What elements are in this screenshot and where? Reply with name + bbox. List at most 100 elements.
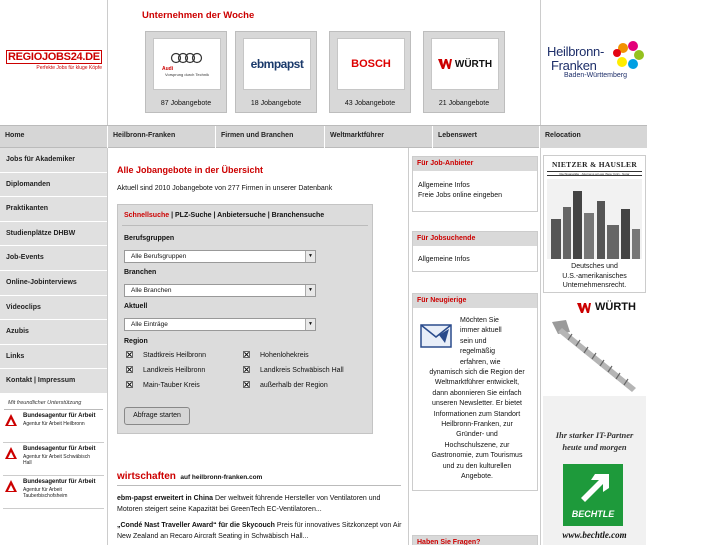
audi-rings-icon xyxy=(170,52,203,63)
sidebar-item-diplomanden[interactable]: Diplomanden xyxy=(0,172,107,198)
text-line: Heilbronn-Franken, zur xyxy=(441,421,513,429)
ad-wuerth[interactable]: WÜRTH xyxy=(543,296,646,394)
nav-home[interactable]: Home xyxy=(0,126,108,148)
text-line: und zu den kulturellen xyxy=(442,462,512,470)
company-card-ebmpapst[interactable]: ebmpapst 18 Jobangebote xyxy=(235,31,317,113)
checkbox-checked-icon xyxy=(243,381,250,388)
text-line: dynamisch sich die Region der xyxy=(429,369,525,376)
bechtle-line1: Ihr starker IT-Partner xyxy=(555,430,634,440)
link-allgemeine-infos[interactable]: Allgemeine Infos xyxy=(418,181,532,191)
nav-weltmarktfuehrer[interactable]: Weltmarktführer xyxy=(325,126,433,148)
wirtschaften-sub: auf heilbronn-franken.com xyxy=(180,474,263,481)
tab-anbietersuche[interactable]: Anbietersuche xyxy=(217,212,266,219)
chevron-down-icon: ▼ xyxy=(305,319,315,330)
tab-plz-suche[interactable]: PLZ-Suche xyxy=(175,212,212,219)
company-card-wuerth[interactable]: WÜRTH 21 Jobangebote xyxy=(423,31,505,113)
region-checkbox-ausserhalb[interactable]: außerhalb der Region xyxy=(243,381,328,389)
agency-title: Bundesagentur für Arbeit xyxy=(23,445,96,452)
region-logo-area[interactable]: Heilbronn- Franken Baden-Württemberg xyxy=(540,0,647,125)
region-logo-line3: Baden-Württemberg xyxy=(564,72,628,79)
news-headline[interactable]: „Condé Nast Traveller Award“ für die Sky… xyxy=(117,522,275,529)
sidebar-item-azubis[interactable]: Azubis xyxy=(0,320,107,345)
bechtle-brand: BECHTLE xyxy=(571,509,615,519)
region-checkbox-hohenlohekreis[interactable]: Hohenlohekreis xyxy=(243,351,309,359)
sidebar-item-praktikanten[interactable]: Praktikanten xyxy=(0,197,107,222)
company-job-count: 18 Jobangebote xyxy=(250,100,302,107)
company-card-audi[interactable]: Audi Vorsprung durch Technik 87 Jobangeb… xyxy=(145,31,227,113)
newsletter-envelope-icon[interactable] xyxy=(419,319,453,353)
skyline-image-icon xyxy=(547,179,642,259)
aktuell-value: Alle Einträge xyxy=(131,321,168,328)
nav-firmen-branchen[interactable]: Firmen und Branchen xyxy=(216,126,325,148)
region-checkbox-landkreis-schwaebisch-hall[interactable]: Landkreis Schwäbisch Hall xyxy=(243,366,344,374)
box-title[interactable]: Haben Sie Fragen? xyxy=(413,536,537,545)
sidebar-item-videoclips[interactable]: Videoclips xyxy=(0,295,107,321)
newsletter-text-right: Möchten Sie immer aktuell sein und regel… xyxy=(460,316,502,368)
site-logo[interactable]: REGIOJOBS24.DE xyxy=(6,50,102,64)
text-line: Deutsches und xyxy=(571,263,618,270)
sidebar-item-kontakt[interactable]: Kontakt | Impressum xyxy=(0,369,107,394)
agency-title: Bundesagentur für Arbeit xyxy=(23,478,96,485)
sidebar-item-job-events[interactable]: Job-Events xyxy=(0,246,107,271)
agency-sub: Agentur für Arbeit Heilbronn xyxy=(23,420,85,427)
job-count-text: Aktuell sind 2010 Jobangebote von 277 Fi… xyxy=(117,185,333,192)
tab-branchensuche[interactable]: Branchensuche xyxy=(272,212,325,219)
region-checkbox-stadtkreis-heilbronn[interactable]: Stadtkreis Heilbronn xyxy=(126,351,206,359)
ad-nietzer-hausler[interactable]: NIETZER & HAUSLER Rechtsanwälte · Attorn… xyxy=(543,155,646,293)
company-card-bosch[interactable]: BOSCH 43 Jobangebote xyxy=(329,31,411,113)
nietzer-tagline: Rechtsanwälte · Attorneys at Law (New Yo… xyxy=(547,171,642,176)
bosch-logo: BOSCH xyxy=(337,38,405,90)
region-checkbox-landkreis-heilbronn[interactable]: Landkreis Heilbronn xyxy=(126,366,205,374)
sidebar-item-dhbw[interactable]: Studienplätze DHBW xyxy=(0,221,107,247)
audi-logo-sub: Vorsprung durch Technik xyxy=(165,71,209,77)
divider xyxy=(117,485,401,486)
wirtschaften-heading[interactable]: wirtschaften auf heilbronn-franken.com xyxy=(117,466,262,484)
wuerth-logo: WÜRTH xyxy=(431,38,499,90)
region-label: Region xyxy=(124,338,148,345)
company-job-count: 43 Jobangebote xyxy=(344,100,396,107)
sidebar-item-jobinterviews[interactable]: Online-Jobinterviews xyxy=(0,270,107,296)
region-checkbox-main-tauber[interactable]: Main-Tauber Kreis xyxy=(126,381,200,389)
search-submit-button[interactable]: Abfrage starten xyxy=(124,407,190,425)
region-option-label: Stadtkreis Heilbronn xyxy=(143,352,207,359)
agency-schwaebisch-hall[interactable]: Bundesagentur für Arbeit Agentur für Arb… xyxy=(3,443,104,476)
text-line: immer aktuell xyxy=(460,327,502,335)
link-jobs-eingeben[interactable]: Freie Jobs online eingeben xyxy=(418,191,532,201)
news-item: ebm-papst erweitert in China Der weltwei… xyxy=(117,493,402,515)
nietzer-name: NIETZER & HAUSLER xyxy=(551,160,638,169)
text-line: erfahren, wie xyxy=(460,358,501,366)
sidebar-item-akademiker[interactable]: Jobs für Akademiker xyxy=(0,148,107,173)
tab-schnellsuche[interactable]: Schnellsuche xyxy=(124,212,169,219)
ebmpapst-logo-text: ebmpapst xyxy=(250,57,304,71)
nav-heilbronn-franken[interactable]: Heilbronn-Franken xyxy=(108,126,216,148)
companies-of-week: Unternehmen der Woche Audi Vorsprung dur… xyxy=(108,0,540,125)
agency-sub: Agentur für Arbeit Tauberbischofsheim xyxy=(23,486,68,499)
berufsgruppen-select[interactable]: Alle Berufsgruppen ▼ xyxy=(124,250,316,263)
bechtle-arrow-icon xyxy=(581,474,609,502)
agency-heilbronn[interactable]: Bundesagentur für Arbeit Agentur für Arb… xyxy=(3,410,104,443)
box-job-anbieter: Für Job-Anbieter Allgemeine Infos Freie … xyxy=(412,156,538,212)
nav-lebenswert[interactable]: Lebenswert xyxy=(433,126,540,148)
text-line: Angebote. xyxy=(461,473,493,481)
sidebar-item-links[interactable]: Links xyxy=(0,344,107,370)
aktuell-select[interactable]: Alle Einträge ▼ xyxy=(124,318,316,331)
region-logo-icon xyxy=(613,41,644,69)
nav-relocation[interactable]: Relocation xyxy=(540,126,647,148)
agency-tauberbischofsheim[interactable]: Bundesagentur für Arbeit Agentur für Arb… xyxy=(3,476,104,509)
text-line: unseren Newsletter. Er bietet xyxy=(432,400,522,408)
region-option-label: Landkreis Heilbronn xyxy=(143,367,206,374)
text-line: regelmäßig xyxy=(460,348,496,356)
region-option-label: Landkreis Schwäbisch Hall xyxy=(260,367,344,374)
box-title: Für Neugierige xyxy=(413,294,537,308)
main-nav: Home Heilbronn-Franken Firmen und Branch… xyxy=(0,125,647,148)
ads-column: NIETZER & HAUSLER Rechtsanwälte · Attorn… xyxy=(540,148,647,545)
divider xyxy=(122,225,368,226)
branchen-select[interactable]: Alle Branchen ▼ xyxy=(124,284,316,297)
text-line: Unternehmensrecht. xyxy=(562,282,627,289)
link-allgemeine-infos[interactable]: Allgemeine Infos xyxy=(418,255,532,265)
news-headline[interactable]: ebm-papst erweitert in China xyxy=(117,495,213,502)
agency-logo-icon xyxy=(5,479,17,492)
berufsgruppen-label: Berufsgruppen xyxy=(124,235,175,242)
region-logo-line2: Franken xyxy=(551,58,597,73)
ad-bechtle[interactable]: Ihr starker IT-Partner heute und morgen … xyxy=(543,396,646,545)
